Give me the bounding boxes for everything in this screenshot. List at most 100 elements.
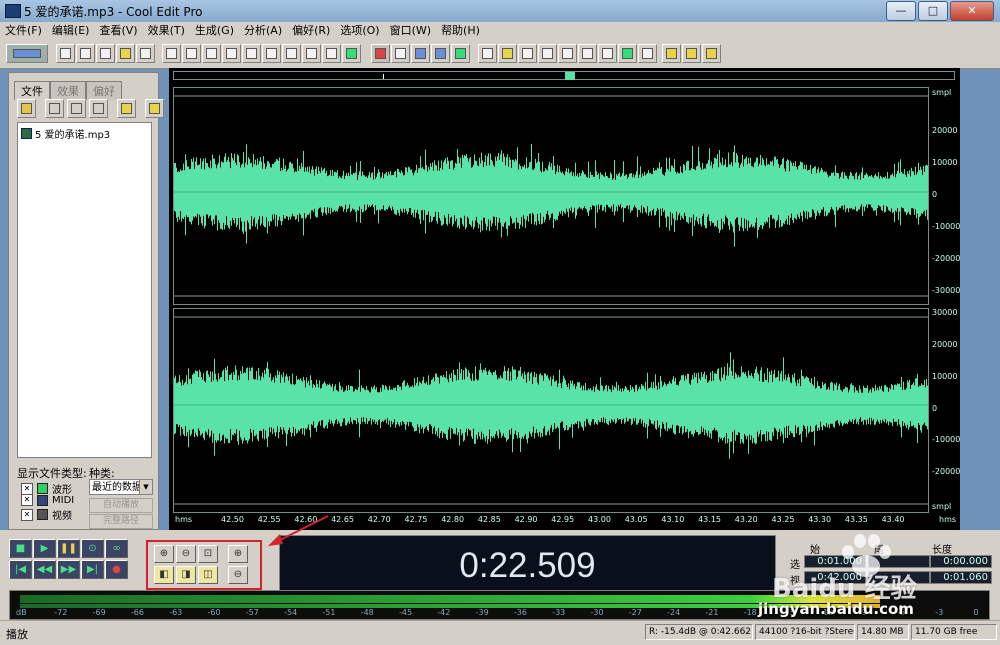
file-list[interactable]: 5 爱的承诺.mp3 [17,122,152,458]
spectral-view-button[interactable] [391,44,410,63]
menu-help[interactable]: 帮助(H) [436,22,485,40]
list-item[interactable]: 5 爱的承诺.mp3 [21,126,110,141]
filetype-video-row[interactable]: ✕ 视频 [21,507,72,522]
envelope-icon [375,48,386,59]
waveform-checkbox[interactable]: ✕ [21,482,33,495]
rewind-button[interactable]: ◀◀ [33,560,56,579]
window-title: 5 爱的承诺.mp3 - Cool Edit Pro [24,5,203,19]
tab-files[interactable]: 文件 [14,81,50,100]
time-tick-label: 43.05 [624,515,648,524]
help-button[interactable] [145,99,164,118]
select-tool-button[interactable] [411,44,430,63]
trim-button[interactable] [262,44,281,63]
fullpath-button[interactable]: 完整路径 [89,514,153,529]
copy-to-new-button[interactable] [322,44,341,63]
filetype-midi-row[interactable]: ✕ MIDI [21,494,74,506]
menu-view[interactable]: 查看(V) [94,22,142,40]
play-to-end-button[interactable]: ⊙ [81,539,104,558]
close-button[interactable]: ✕ [950,1,994,21]
go-to-beginning-button[interactable]: |◀ [9,560,32,579]
stop-button[interactable]: ■ [9,539,32,558]
zoom-in-vertical-button[interactable]: ⊕ [228,545,248,563]
options-button[interactable] [117,99,136,118]
hybrid-tool-button[interactable] [431,44,450,63]
cue-button[interactable] [518,44,537,63]
time-tick-label: 43.15 [698,515,721,524]
zoom-to-left-selection-button[interactable]: ◧ [154,566,174,584]
multitrack-toggle-button[interactable] [6,44,48,63]
undo-button[interactable] [162,44,181,63]
menu-file[interactable]: 文件(F) [0,22,47,40]
info-button[interactable] [638,44,657,63]
scissors-icon [206,48,217,59]
view-range-thumb[interactable] [565,72,575,80]
open-file-button[interactable] [76,44,95,63]
help-button[interactable] [702,44,721,63]
menu-effects[interactable]: 效果(T) [143,22,190,40]
redo-button[interactable] [182,44,201,63]
edit-file-button[interactable] [89,99,108,118]
level-meter-button[interactable] [618,44,637,63]
save-as-button[interactable] [116,44,135,63]
save-button[interactable] [96,44,115,63]
time-tick-label: 42.70 [367,515,391,524]
level-tick-label: -27 [628,608,642,617]
y-axis-right: 30000 20000 10000 0 -10000 -20000 smpl [929,308,960,513]
zoom-in-horizontal-button[interactable]: ⊕ [154,545,174,563]
play-list-button[interactable] [538,44,557,63]
time-select-button[interactable] [451,44,470,63]
insert-into-multitrack-button[interactable] [67,99,86,118]
cut-button[interactable] [202,44,221,63]
copy-button[interactable] [222,44,241,63]
zoom-out-vertical-button[interactable]: ⊖ [228,566,248,584]
channel-right[interactable] [173,308,929,513]
menu-generate[interactable]: 生成(G) [190,22,239,40]
category-select[interactable]: 最近的数据 ▼ [89,479,153,495]
close-file-button[interactable] [136,44,155,63]
settings-button[interactable] [662,44,681,63]
zoom-out-full-button[interactable]: ⊡ [198,545,218,563]
close-file-button[interactable] [45,99,64,118]
channel-left[interactable] [173,87,929,305]
play-button[interactable]: ▶ [33,539,56,558]
insert-button[interactable] [342,44,361,63]
loop-button[interactable]: ∞ [105,539,128,558]
mix-paste-button[interactable] [302,44,321,63]
menu-analyze[interactable]: 分析(A) [239,22,287,40]
paste-button[interactable] [242,44,261,63]
waveform-editor[interactable]: smpl 20000 10000 0 -10000 -20000 -30000 … [169,68,960,530]
tab-effects[interactable]: 效果 [50,81,86,100]
grid-button[interactable] [598,44,617,63]
zoom-to-right-selection-button[interactable]: ◨ [176,566,196,584]
open-folder-icon [80,48,91,59]
menu-window[interactable]: 窗口(W) [385,22,436,40]
filetypes-label: 显示文件类型: [17,467,87,480]
zoom-to-selection-button[interactable]: ◫ [198,566,218,584]
go-to-end-button[interactable]: ▶| [81,560,104,579]
midi-checkbox[interactable]: ✕ [21,494,33,506]
menu-options[interactable]: 选项(O) [335,22,384,40]
autoplay-button[interactable]: 自动播放 [89,498,153,513]
video-checkbox[interactable]: ✕ [21,508,33,521]
notepad-button[interactable] [682,44,701,63]
mark-button[interactable] [478,44,497,63]
insert-icon [71,103,82,114]
menu-edit[interactable]: 编辑(E) [47,22,95,40]
maximize-button[interactable]: □ [918,1,948,21]
minimize-button[interactable]: — [886,1,916,21]
tab-favorites[interactable]: 偏好 [86,81,122,100]
paste-new-button[interactable] [282,44,301,63]
new-file-button[interactable] [56,44,75,63]
record-button[interactable]: ● [105,560,128,579]
zoom-out-horizontal-button[interactable]: ⊖ [176,545,196,563]
menu-favorites[interactable]: 偏好(R) [287,22,335,40]
zoom-tool-button[interactable] [558,44,577,63]
marker-button[interactable] [498,44,517,63]
pause-button[interactable]: ❚❚ [57,539,80,558]
overview-ruler[interactable] [173,71,955,80]
frequency-button[interactable] [578,44,597,63]
open-file-button[interactable] [17,99,36,118]
edit-mode-button[interactable] [371,44,390,63]
level-tick-label: -63 [169,608,183,617]
fast-forward-button[interactable]: ▶▶ [57,560,80,579]
